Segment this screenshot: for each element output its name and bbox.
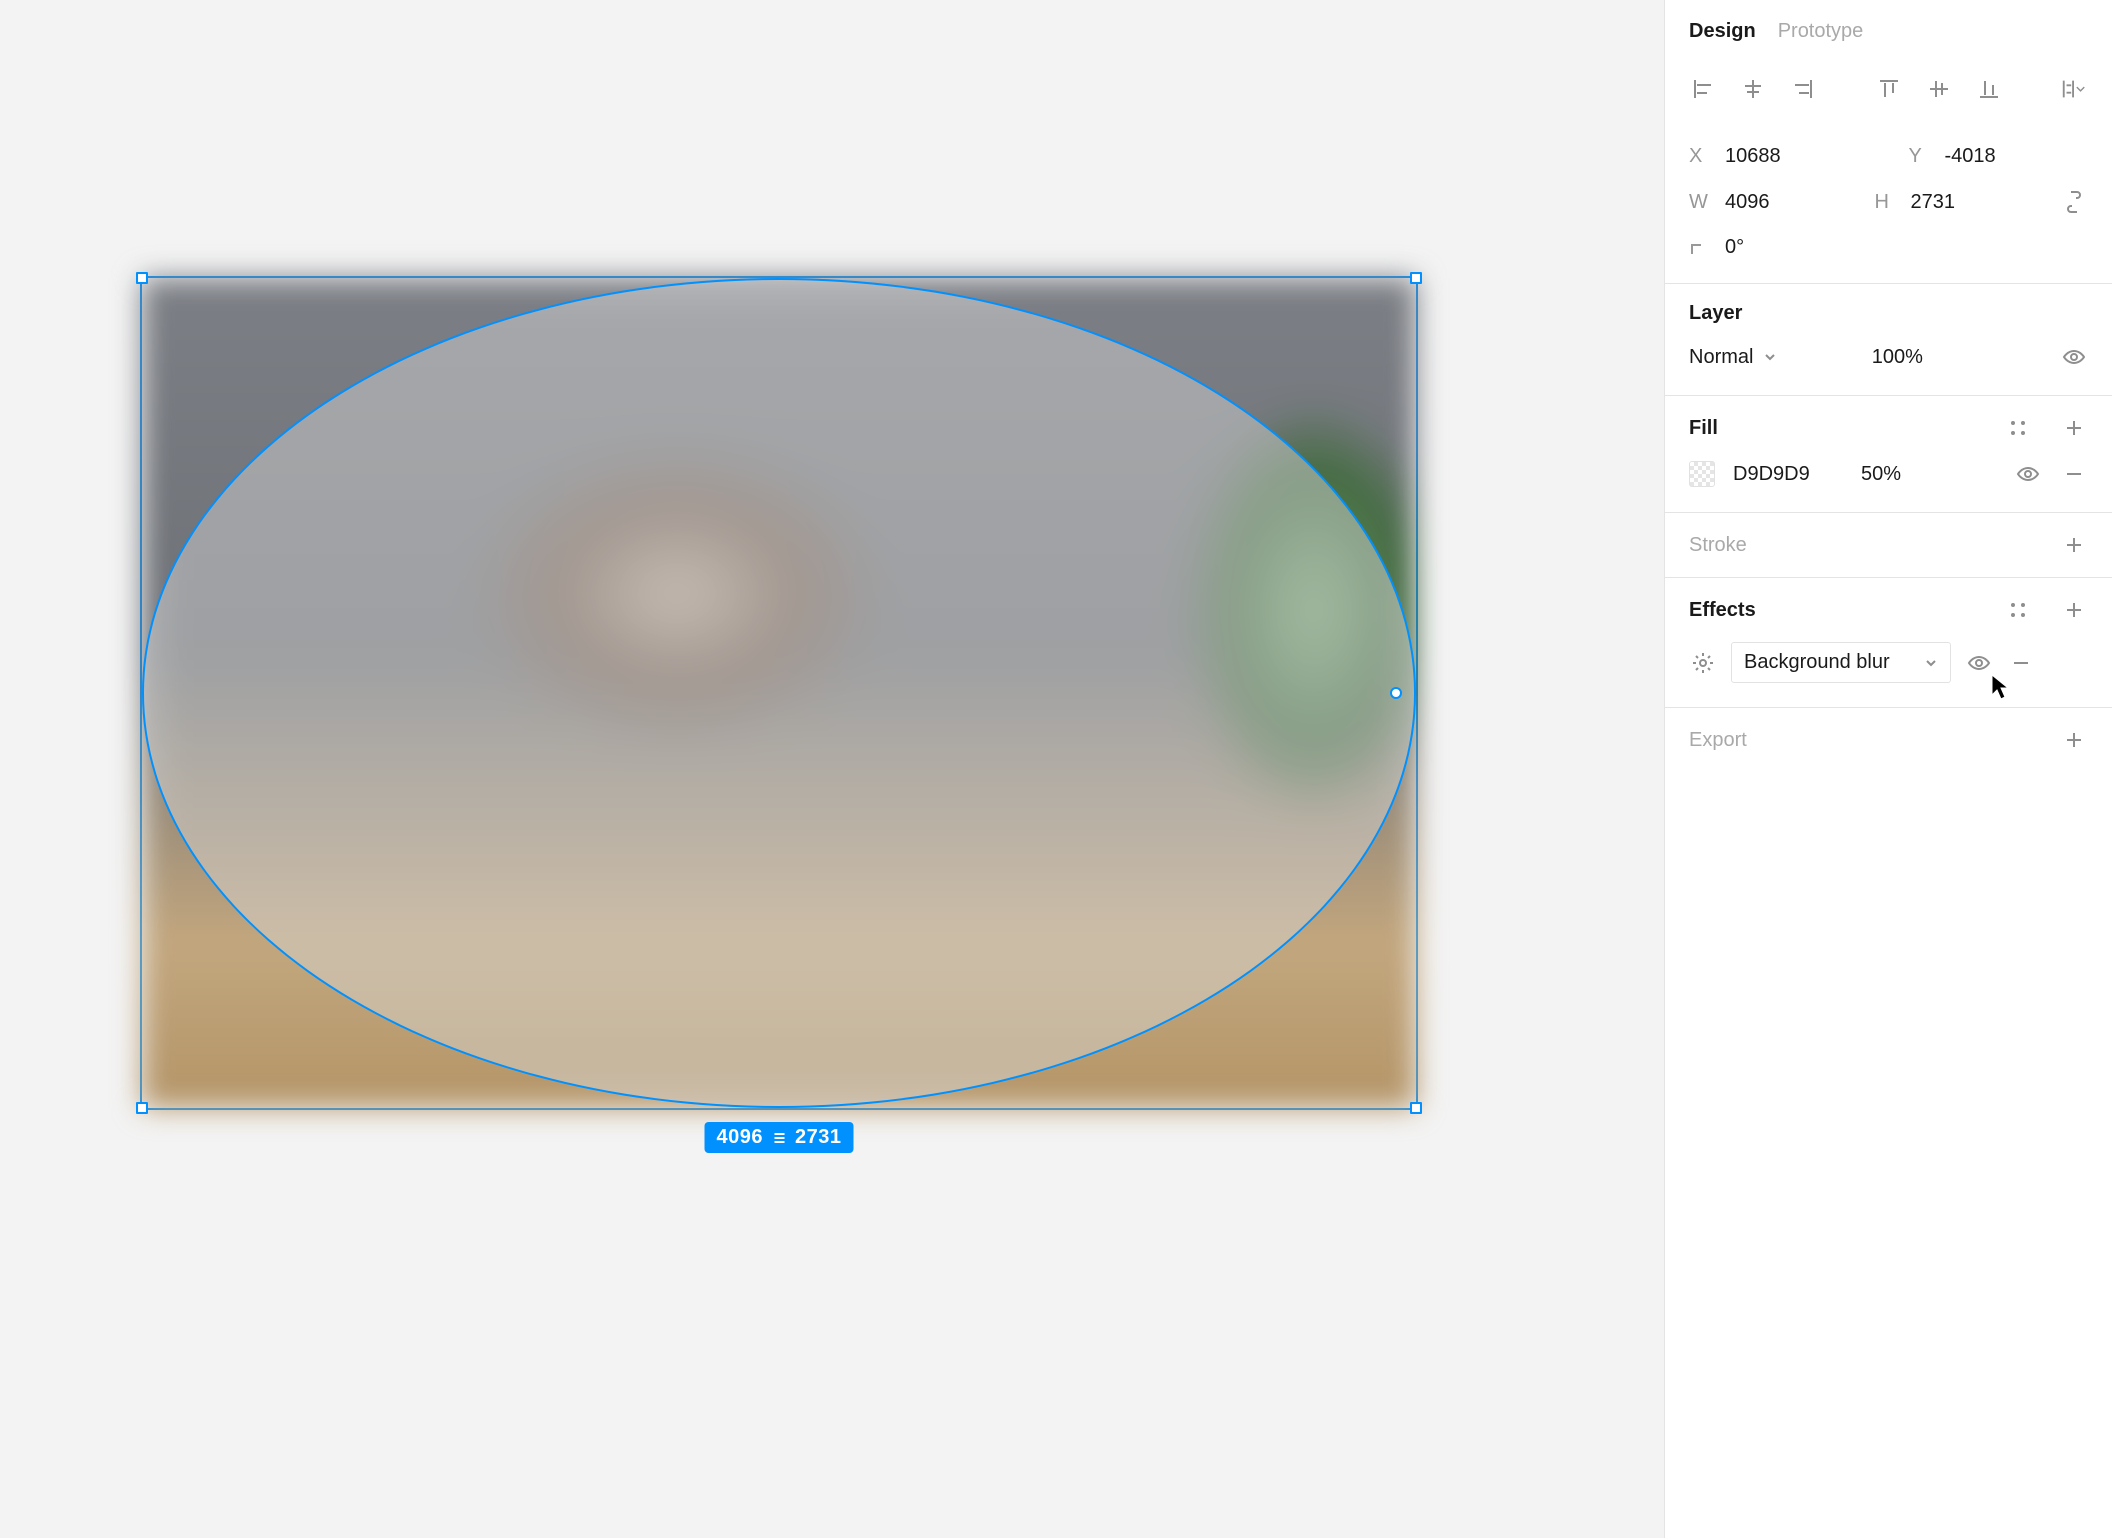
- four-dots-icon: [2008, 418, 2028, 438]
- remove-effect-button[interactable]: [2007, 649, 2035, 677]
- effect-type-value: Background blur: [1744, 651, 1890, 674]
- position-size-section: X 10688 Y -4018 W 4096 H 2731: [1665, 127, 2112, 284]
- w-input[interactable]: 4096: [1725, 191, 1770, 214]
- fill-hex-input[interactable]: D9D9D9: [1733, 463, 1843, 486]
- plus-icon: [2064, 418, 2084, 438]
- canvas[interactable]: 4096 2731: [0, 0, 1664, 1538]
- effects-section: Effects Background blur: [1665, 578, 2112, 708]
- dimensions-link-icon: [771, 1130, 787, 1146]
- fill-section: Fill D9D9D9 50%: [1665, 396, 2112, 513]
- resize-handle-bottom-left[interactable]: [136, 1102, 148, 1114]
- inspector-panel: Design Prototype: [1664, 0, 2112, 1538]
- stroke-section: Stroke: [1665, 513, 2112, 578]
- chevron-down-icon: [1763, 350, 1777, 364]
- export-title: Export: [1689, 729, 1747, 752]
- fill-title: Fill: [1689, 417, 1718, 440]
- resize-handle-top-left[interactable]: [136, 272, 148, 284]
- align-right-button[interactable]: [1789, 75, 1817, 103]
- x-label: X: [1689, 145, 1707, 168]
- align-bottom-button[interactable]: [1975, 75, 2003, 103]
- add-effect-button[interactable]: [2060, 596, 2088, 624]
- fill-swatch[interactable]: [1689, 461, 1715, 487]
- tab-design[interactable]: Design: [1689, 20, 1756, 43]
- effect-type-select[interactable]: Background blur: [1731, 642, 1951, 683]
- effects-styles-button[interactable]: [2004, 596, 2032, 624]
- layer-opacity-input[interactable]: 100%: [1872, 346, 1952, 369]
- effect-visibility-toggle[interactable]: [1965, 649, 1993, 677]
- align-left-button[interactable]: [1689, 75, 1717, 103]
- distribute-dropdown[interactable]: [2060, 75, 2088, 103]
- align-top-button[interactable]: [1875, 75, 1903, 103]
- y-label: Y: [1909, 145, 1927, 168]
- add-fill-button[interactable]: [2060, 414, 2088, 442]
- add-stroke-button[interactable]: [2060, 531, 2088, 559]
- effect-settings-button[interactable]: [1689, 649, 1717, 677]
- blend-mode-value: Normal: [1689, 346, 1753, 369]
- align-vertical-center-button[interactable]: [1925, 75, 1953, 103]
- export-section: Export: [1665, 708, 2112, 772]
- fill-styles-button[interactable]: [2004, 414, 2032, 442]
- selection-dimensions-badge: 4096 2731: [705, 1122, 854, 1153]
- tab-prototype[interactable]: Prototype: [1778, 20, 1864, 43]
- remove-fill-button[interactable]: [2060, 460, 2088, 488]
- layer-title: Layer: [1689, 302, 1742, 325]
- plus-icon: [2064, 600, 2084, 620]
- sun-icon: [1691, 651, 1715, 675]
- plus-icon: [2064, 535, 2084, 555]
- selection-height: 2731: [795, 1126, 842, 1149]
- selection-bounding-box[interactable]: 4096 2731: [140, 276, 1418, 1110]
- placed-image: [142, 278, 1416, 1108]
- four-dots-icon: [2008, 600, 2028, 620]
- eye-icon: [2016, 462, 2040, 486]
- effects-title: Effects: [1689, 599, 1756, 622]
- resize-handle-top-right[interactable]: [1410, 272, 1422, 284]
- y-input[interactable]: -4018: [1945, 145, 1996, 168]
- tabs-section: Design Prototype: [1665, 0, 2112, 127]
- h-label: H: [1875, 191, 1893, 214]
- h-input[interactable]: 2731: [1911, 191, 1956, 214]
- stroke-title: Stroke: [1689, 534, 1747, 557]
- minus-icon: [2064, 464, 2084, 484]
- resize-handle-bottom-right[interactable]: [1410, 1102, 1422, 1114]
- minus-icon: [2011, 653, 2031, 673]
- eye-icon: [2062, 345, 2086, 369]
- x-input[interactable]: 10688: [1725, 145, 1781, 168]
- constrain-proportions-toggle[interactable]: [2060, 188, 2088, 216]
- add-export-button[interactable]: [2060, 726, 2088, 754]
- align-horizontal-center-button[interactable]: [1739, 75, 1767, 103]
- selection-width: 4096: [717, 1126, 764, 1149]
- rotation-input[interactable]: 0°: [1725, 236, 1744, 259]
- w-label: W: [1689, 191, 1707, 214]
- blend-mode-select[interactable]: Normal: [1689, 346, 1858, 369]
- layer-visibility-toggle[interactable]: [2060, 343, 2088, 371]
- layer-section: Layer Normal 100%: [1665, 284, 2112, 396]
- rotation-icon: [1689, 239, 1707, 257]
- plus-icon: [2064, 730, 2084, 750]
- fill-opacity-input[interactable]: 50%: [1861, 463, 1931, 486]
- chevron-down-icon: [1924, 656, 1938, 670]
- fill-visibility-toggle[interactable]: [2014, 460, 2042, 488]
- eye-icon: [1967, 651, 1991, 675]
